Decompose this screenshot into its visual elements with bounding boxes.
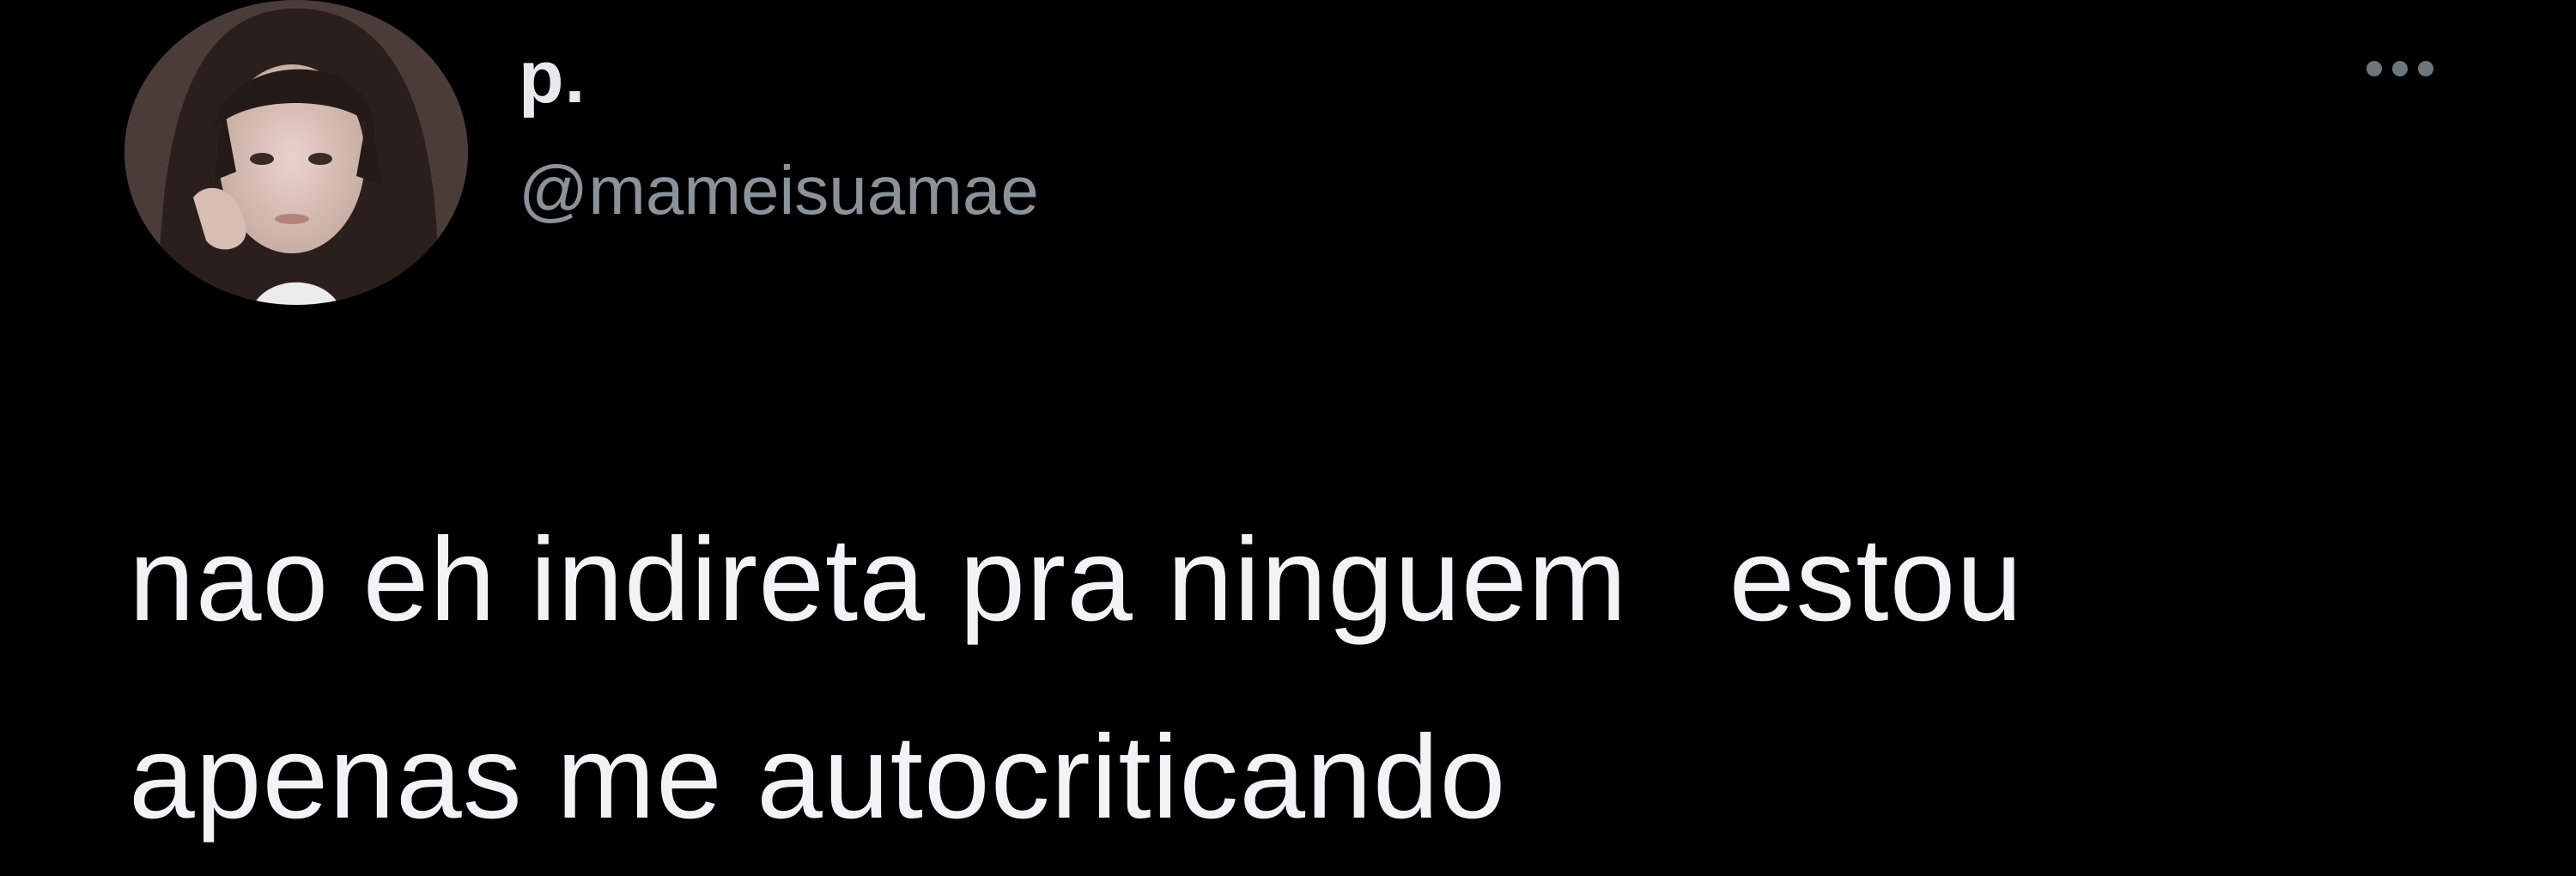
more-options-icon	[2366, 61, 2382, 76]
tweet-text-line-2: apenas me autocriticando	[129, 711, 1507, 843]
tweet-text: nao eh indireta pra ninguem estou apenas…	[129, 481, 2490, 876]
user-handle[interactable]: @mameisuamae	[519, 148, 1039, 234]
display-name[interactable]: p.	[519, 34, 586, 120]
more-options-icon-dot-3	[2418, 61, 2433, 76]
tweet-text-line-1: nao eh indireta pra ninguem estou	[129, 514, 2024, 646]
tweet-card: p. @mameisuamae nao eh indireta pra ning…	[0, 0, 2576, 859]
avatar-image	[125, 0, 468, 305]
avatar[interactable]	[125, 0, 468, 305]
more-options-icon-dot-2	[2392, 61, 2408, 76]
more-options-button[interactable]	[2348, 43, 2451, 94]
